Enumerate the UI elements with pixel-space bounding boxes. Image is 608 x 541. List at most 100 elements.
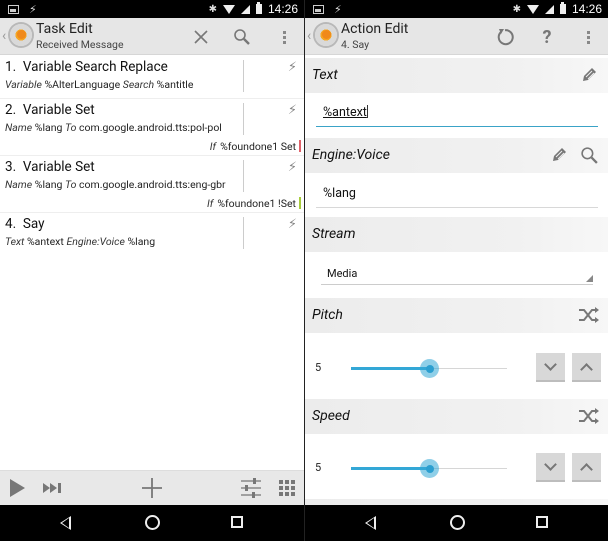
close-icon[interactable] (188, 24, 214, 50)
back-icon[interactable] (60, 516, 71, 530)
engine-voice-section-header: Engine:Voice (305, 138, 608, 173)
clock: 14:26 (267, 2, 298, 16)
pitch-section-header: Pitch (305, 298, 608, 333)
pitch-decrease-button[interactable] (536, 353, 565, 382)
tasker-bolt-icon: ⚡ (334, 3, 342, 16)
overflow-menu-icon[interactable] (575, 24, 601, 50)
task-action-list: 1. Variable Search Replace Variable %Alt… (0, 56, 304, 256)
image-notification-icon (8, 5, 19, 14)
back-icon[interactable] (365, 516, 376, 530)
bluetooth-icon: ✱ (208, 3, 217, 15)
grid-icon[interactable] (279, 477, 295, 499)
battery-icon (559, 2, 566, 14)
text-label: Text (312, 67, 338, 83)
action-bar: ‹ Action Edit 4. Say ? (305, 18, 608, 55)
stream-dropdown[interactable]: Media (321, 263, 593, 285)
status-bar: ⚡ ✱ 14:26 (305, 0, 608, 18)
navigation-bar (305, 505, 608, 541)
pitch-slider[interactable] (351, 359, 507, 378)
task-condition: If %foundone1 Set (209, 140, 296, 153)
task-title: 2. Variable Set (5, 102, 95, 118)
speed-slider[interactable] (351, 459, 507, 478)
home-icon[interactable] (450, 515, 465, 530)
pencil-icon[interactable] (580, 66, 598, 88)
recents-icon[interactable] (536, 516, 548, 528)
task-edit-screen: ⚡ ✱ 14:26 ‹ Task Edit Received Message 1… (0, 0, 304, 541)
dropdown-arrow-icon (586, 275, 593, 282)
page-subtitle: Received Message (36, 38, 124, 51)
bolt-icon[interactable]: ⚡ (288, 217, 297, 232)
divider (243, 160, 244, 192)
speed-value: 5 (315, 461, 322, 474)
home-icon[interactable] (145, 515, 160, 530)
recents-icon[interactable] (231, 516, 243, 528)
wifi-icon (222, 4, 235, 14)
image-notification-icon (313, 5, 324, 14)
tasker-logo[interactable] (8, 22, 34, 48)
engine-voice-value: %lang (323, 186, 356, 201)
shuffle-icon[interactable] (578, 407, 600, 429)
tasker-logo[interactable] (313, 22, 339, 48)
text-input[interactable]: %antext (316, 101, 598, 127)
text-section-header: Text (305, 58, 608, 93)
search-icon[interactable] (580, 146, 599, 169)
task-condition: If %foundone1 !Set (207, 197, 296, 210)
task-row[interactable]: 4. Say Text %antext Engine:Voice %lang ⚡ (0, 213, 304, 256)
overflow-menu-icon[interactable] (271, 24, 297, 50)
bolt-icon[interactable]: ⚡ (288, 60, 297, 75)
add-icon[interactable] (141, 477, 163, 499)
bolt-icon[interactable]: ⚡ (288, 103, 297, 118)
up-navigation-icon[interactable]: ‹ (2, 28, 6, 44)
pitch-increase-button[interactable] (572, 353, 601, 382)
task-args: Text %antext Engine:Voice %lang (5, 235, 156, 248)
condition-color-bar (299, 140, 301, 152)
speed-slider-fill (351, 467, 429, 470)
task-args: Variable %AlterLanguage Search %antitle (5, 78, 194, 91)
page-subtitle: 4. Say (341, 38, 370, 51)
chevron-up-icon (580, 362, 593, 376)
shuffle-icon[interactable] (578, 306, 600, 328)
pencil-icon[interactable] (550, 146, 568, 168)
pitch-slider-thumb[interactable] (420, 359, 439, 378)
search-icon[interactable] (229, 24, 255, 50)
settings-sliders-icon[interactable] (240, 477, 262, 499)
wifi-icon (526, 4, 539, 14)
task-row[interactable]: 2. Variable Set Name %lang To com.google… (0, 99, 304, 156)
pitch-row: 5 (305, 347, 608, 391)
play-icon[interactable] (8, 477, 26, 499)
divider (243, 60, 244, 92)
status-bar: ⚡ ✱ 14:26 (0, 0, 304, 18)
text-input-value: antext (332, 105, 367, 120)
reset-icon[interactable] (492, 24, 518, 50)
speed-row: 5 (305, 447, 608, 491)
pitch-label: Pitch (312, 307, 343, 323)
help-icon[interactable]: ? (534, 24, 560, 50)
divider (243, 103, 244, 135)
task-title: 3. Variable Set (5, 159, 95, 175)
speed-decrease-button[interactable] (536, 453, 565, 482)
step-forward-icon[interactable] (43, 477, 63, 499)
navigation-bar (0, 505, 304, 541)
signal-icon (240, 4, 250, 14)
bolt-icon[interactable]: ⚡ (288, 160, 297, 175)
up-navigation-icon[interactable]: ‹ (307, 28, 311, 44)
engine-voice-input[interactable]: %lang (316, 182, 598, 208)
chevron-down-icon (544, 358, 557, 371)
pitch-slider-fill (351, 367, 429, 370)
task-args: Name %lang To com.google.android.tts:pol… (5, 121, 222, 134)
speed-slider-thumb[interactable] (420, 459, 439, 478)
page-title: Action Edit (341, 21, 409, 37)
page-title: Task Edit (36, 21, 93, 37)
signal-icon (544, 4, 554, 14)
task-row[interactable]: 3. Variable Set Name %lang To com.google… (0, 156, 304, 213)
tasker-bolt-icon: ⚡ (29, 3, 37, 16)
task-title: 1. Variable Search Replace (5, 59, 168, 75)
bottom-toolbar (0, 470, 304, 505)
speed-increase-button[interactable] (572, 453, 601, 482)
chevron-up-icon (580, 462, 593, 476)
engine-voice-label: Engine:Voice (312, 147, 390, 163)
task-row[interactable]: 1. Variable Search Replace Variable %Alt… (0, 56, 304, 99)
clock: 14:26 (571, 2, 602, 16)
divider (243, 217, 244, 249)
task-args: Name %lang To com.google.android.tts:eng… (5, 178, 226, 191)
